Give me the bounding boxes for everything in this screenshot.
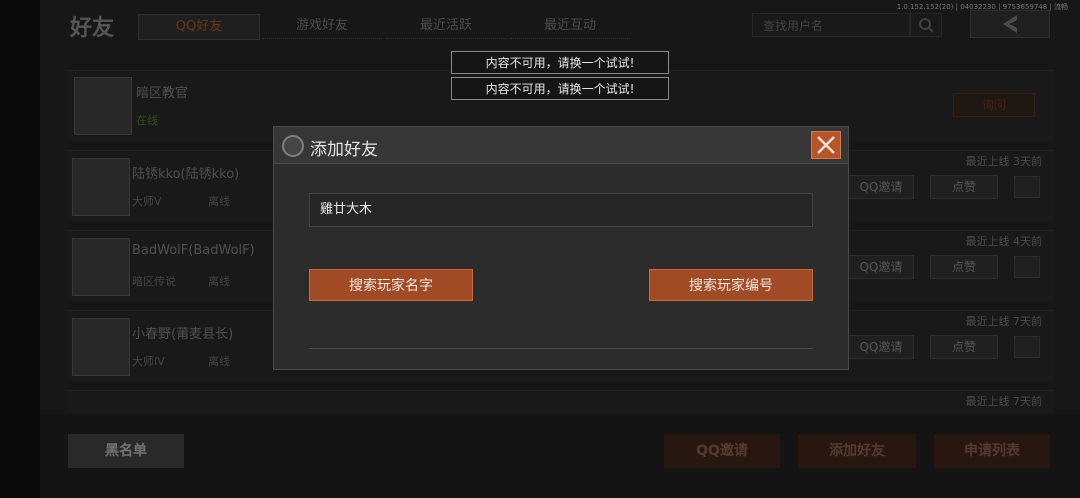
toast-message: 内容不可用，请换一个试试! (451, 77, 669, 100)
add-friend-dialog: 添加好友 雞廿大木 搜索玩家名字 搜索玩家编号 (273, 126, 849, 370)
toast-message: 内容不可用，请换一个试试! (451, 51, 669, 74)
close-icon (817, 136, 835, 154)
search-player-id-button[interactable]: 搜索玩家编号 (649, 269, 813, 301)
game-logo-icon (282, 135, 304, 157)
dialog-title: 添加好友 (310, 140, 378, 160)
close-button[interactable] (811, 131, 841, 159)
search-player-name-button[interactable]: 搜索玩家名字 (309, 269, 473, 301)
divider (309, 348, 813, 349)
player-search-input[interactable]: 雞廿大木 (309, 193, 813, 227)
